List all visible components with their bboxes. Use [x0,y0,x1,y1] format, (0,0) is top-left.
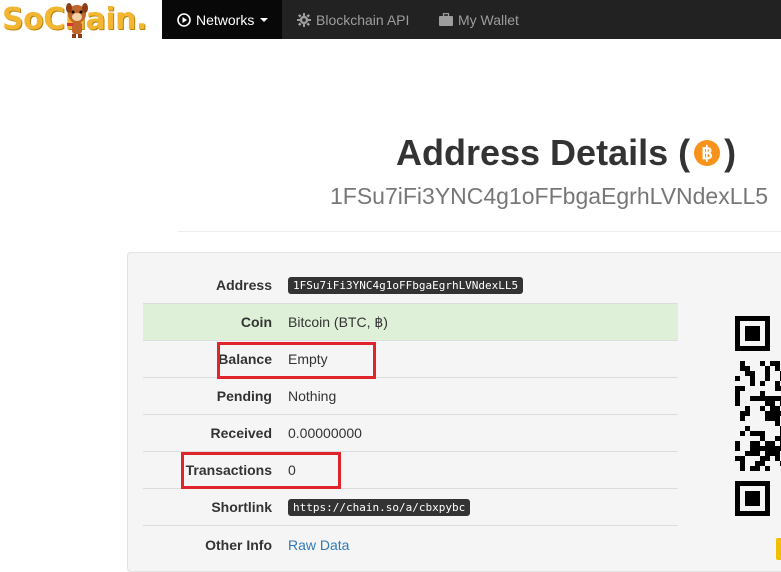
page-title: Address Details ( ฿ ) [396,132,736,174]
bitcoin-icon: ฿ [694,140,721,166]
table-row-shortlink: Shortlink https://chain.so/a/cbxpybc [143,489,678,526]
table-row-coin: Coin Bitcoin (BTC, ฿) [143,304,678,341]
table-row-address: Address 1FSu7iFi3YNC4g1oFFbgaEgrhLVNdexL… [143,267,678,304]
table-row-pending: Pending Nothing [143,378,678,415]
pending-value: Nothing [288,388,337,404]
qr-module [765,376,770,381]
qr-module [740,466,745,471]
raw-data-link[interactable]: Raw Data [288,537,349,553]
caret-down-icon [260,17,269,22]
qr-code [730,316,781,519]
qr-module [740,386,745,391]
qr-module [745,326,760,341]
qr-module [765,466,770,471]
divider [178,231,781,232]
page-subtitle-address: 1FSu7iFi3YNC4g1oFFbgaEgrhLVNdexLL5 [330,183,769,209]
nav-my-wallet-label: My Wallet [458,11,519,28]
nav-my-wallet[interactable]: My Wallet [439,0,519,39]
nav-networks-label: Networks [196,11,255,28]
dog-mascot-icon [66,3,88,38]
qr-module [760,381,765,386]
play-circle-icon [177,12,191,27]
qr-module [735,446,740,451]
nav-blockchain-api[interactable]: Blockchain API [297,0,409,39]
row-label: Address [215,277,272,293]
qr-module [765,316,770,351]
shortlink-code[interactable]: https://chain.so/a/cbxpybc [288,499,471,516]
qr-module [765,456,770,461]
qr-module [735,481,740,516]
qr-module [735,376,740,381]
transactions-highlight-box [181,452,341,489]
row-label: Shortlink [211,499,272,515]
table-row-received: Received 0.00000000 [143,415,678,452]
page-title-text: Address Details ( [396,132,691,173]
row-label: Received [210,425,272,441]
qr-module [735,401,740,406]
qr-module [735,316,740,351]
row-label: Coin [240,314,272,330]
brand-logo[interactable]: SoChain. [0,0,162,39]
qr-module [740,431,745,436]
page-title-close: ) [724,132,737,173]
top-navbar: SoChain. Networks [0,0,781,39]
briefcase-icon [439,13,453,26]
qr-module [745,491,760,506]
nav-networks[interactable]: Networks [162,0,282,39]
nav-blockchain-api-label: Blockchain API [316,11,410,28]
coin-value: Bitcoin (BTC, ฿) [288,313,388,330]
address-details-table: Address 1FSu7iFi3YNC4g1oFFbgaEgrhLVNdexL… [143,267,678,563]
address-code: 1FSu7iFi3YNC4g1oFFbgaEgrhLVNdexLL5 [288,277,524,294]
qr-module [765,481,770,516]
gear-icon [297,12,311,27]
balance-highlight-box [217,342,376,379]
received-value: 0.00000000 [288,425,362,441]
qr-module [740,416,745,421]
row-label: Pending [216,388,272,404]
button-edge [776,538,781,560]
qr-module [755,466,760,471]
qr-module [750,381,755,386]
row-label: Other Info [205,536,272,553]
qr-module [745,411,750,416]
table-row-other-info: Other Info Raw Data [143,526,678,563]
